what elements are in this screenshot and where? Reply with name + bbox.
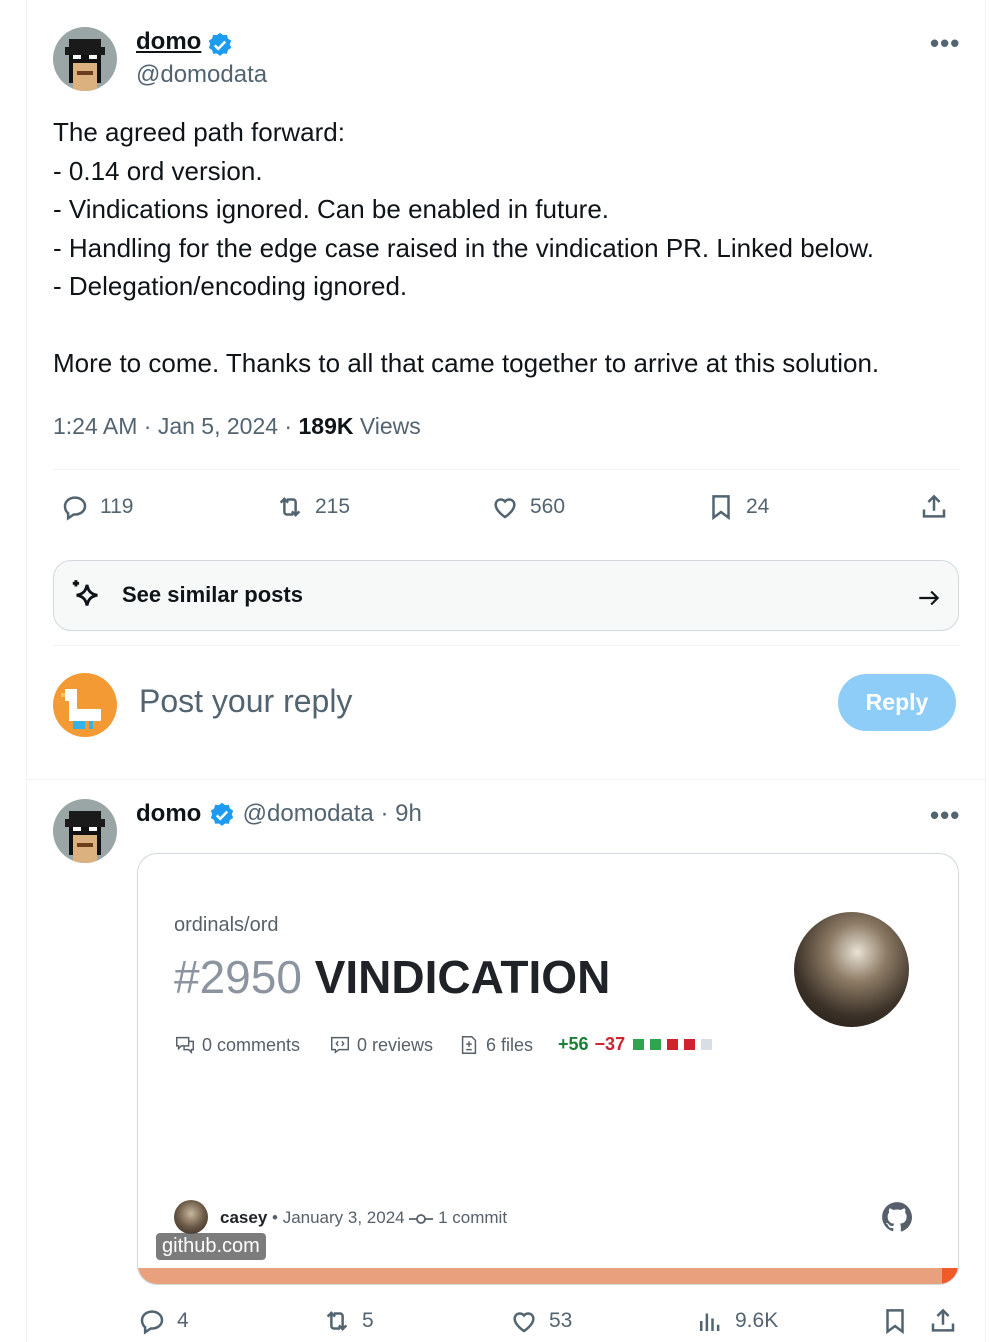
reviews-count: 0 reviews (357, 1034, 434, 1055)
see-similar-posts-button[interactable]: See similar posts (53, 560, 959, 631)
files-count: 6 files (486, 1034, 534, 1055)
like-action[interactable]: 560 (490, 492, 565, 522)
divider (53, 645, 959, 646)
card-accent-bar-end (942, 1268, 958, 1284)
reply-views-action[interactable]: 9.6K (695, 1306, 778, 1336)
author-name-row: domo (136, 28, 234, 59)
share-icon (922, 494, 946, 518)
pr-author-photo (794, 912, 909, 1027)
reply-time[interactable]: · 9h (380, 800, 421, 827)
bookmark-action[interactable]: 24 (706, 492, 769, 522)
diff-stat: +56 −37 (558, 1034, 718, 1055)
reply-action[interactable]: 119 (60, 492, 133, 522)
comments-count: 0 comments (202, 1034, 301, 1055)
current-user-avatar[interactable] (53, 673, 117, 737)
card-domain: github.com (156, 1233, 266, 1260)
github-icon (882, 1202, 913, 1232)
reply-icon (140, 1310, 164, 1335)
reply-like-action[interactable]: 53 (509, 1306, 572, 1336)
more-dots-icon[interactable]: ••• (930, 28, 960, 59)
reply-share-action[interactable] (928, 1306, 958, 1336)
more-dots-icon[interactable]: ••• (930, 800, 960, 831)
card-accent-bar (138, 1268, 958, 1284)
author-name[interactable]: domo (136, 28, 201, 55)
reply-bookmark-action[interactable] (880, 1306, 910, 1336)
heart-icon (513, 1312, 535, 1333)
reply-repost-action[interactable]: 5 (322, 1306, 374, 1336)
see-similar-label: See similar posts (122, 582, 303, 607)
additions-count: +56 (558, 1034, 589, 1054)
reply-reply-action[interactable]: 4 (137, 1306, 189, 1336)
reply-author-avatar[interactable] (53, 799, 117, 863)
share-action[interactable] (919, 492, 949, 522)
card-author-avatar (174, 1200, 208, 1234)
repost-icon (279, 497, 301, 517)
verified-badge-icon (210, 802, 234, 826)
reply-reply-count: 4 (177, 1309, 189, 1332)
reply-author-handle[interactable]: @domodata (243, 800, 374, 827)
file-diff-icon (461, 1036, 477, 1054)
card-footer: casey • January 3, 2024 1 commit (220, 1208, 507, 1228)
reply-count: 119 (100, 495, 134, 518)
pr-number: #2950 (174, 951, 302, 1003)
reviews-stat: 0 reviews (329, 1034, 433, 1056)
tweet-meta: 1:24 AM · Jan 5, 2024 · 189K Views (53, 413, 421, 440)
code-review-icon (331, 1036, 349, 1054)
reply-repost-count: 5 (362, 1309, 374, 1332)
verified-badge-icon (208, 32, 231, 56)
card-author-name: casey (220, 1208, 268, 1227)
bookmark-icon (712, 495, 730, 521)
author-handle[interactable]: @domodata (136, 61, 267, 89)
like-count: 560 (530, 495, 566, 518)
heart-icon (494, 498, 516, 519)
arrow-right-icon (919, 590, 940, 606)
reply-button[interactable]: Reply (838, 674, 956, 731)
card-date: • January 3, 2024 (272, 1208, 405, 1227)
reply-like-count: 53 (549, 1309, 573, 1332)
bookmark-count: 24 (746, 495, 770, 518)
views-label: Views (353, 413, 421, 439)
pr-heading: #2950 VINDICATION (174, 950, 610, 1004)
pr-title: VINDICATION (314, 951, 611, 1003)
reply-author-name[interactable]: domo (136, 800, 201, 827)
link-preview-card[interactable]: ordinals/ord #2950 VINDICATION 0 comment… (137, 853, 959, 1285)
files-stat: 6 files (458, 1034, 533, 1056)
repo-name: ordinals/ord (174, 914, 279, 936)
share-icon (931, 1308, 955, 1332)
divider (53, 469, 959, 470)
reply-author-row: domo @domodata · 9h (136, 800, 422, 829)
comments-icon (176, 1036, 194, 1055)
repost-icon (326, 1311, 348, 1331)
bookmark-icon (886, 1309, 904, 1335)
card-commits: 1 commit (438, 1208, 508, 1227)
author-avatar[interactable] (53, 27, 117, 91)
sparkle-icon (72, 580, 98, 606)
tweet-timestamp[interactable]: 1:24 AM · Jan 5, 2024 · (53, 413, 298, 439)
reply-views-count: 9.6K (735, 1309, 779, 1332)
repost-count: 215 (315, 495, 351, 518)
reply-input[interactable]: Post your reply (139, 683, 352, 720)
commit-icon (409, 1213, 434, 1224)
comments-stat: 0 comments (174, 1034, 300, 1056)
deletions-count: −37 (594, 1034, 626, 1054)
views-count: 189K (298, 413, 354, 439)
views-chart-icon (700, 1313, 720, 1331)
reply-icon (63, 496, 87, 521)
diff-bar (633, 1039, 718, 1050)
repost-action[interactable]: 215 (275, 492, 350, 522)
tweet-text: The agreed path forward: - 0.14 ord vers… (53, 117, 880, 378)
divider (27, 779, 985, 780)
